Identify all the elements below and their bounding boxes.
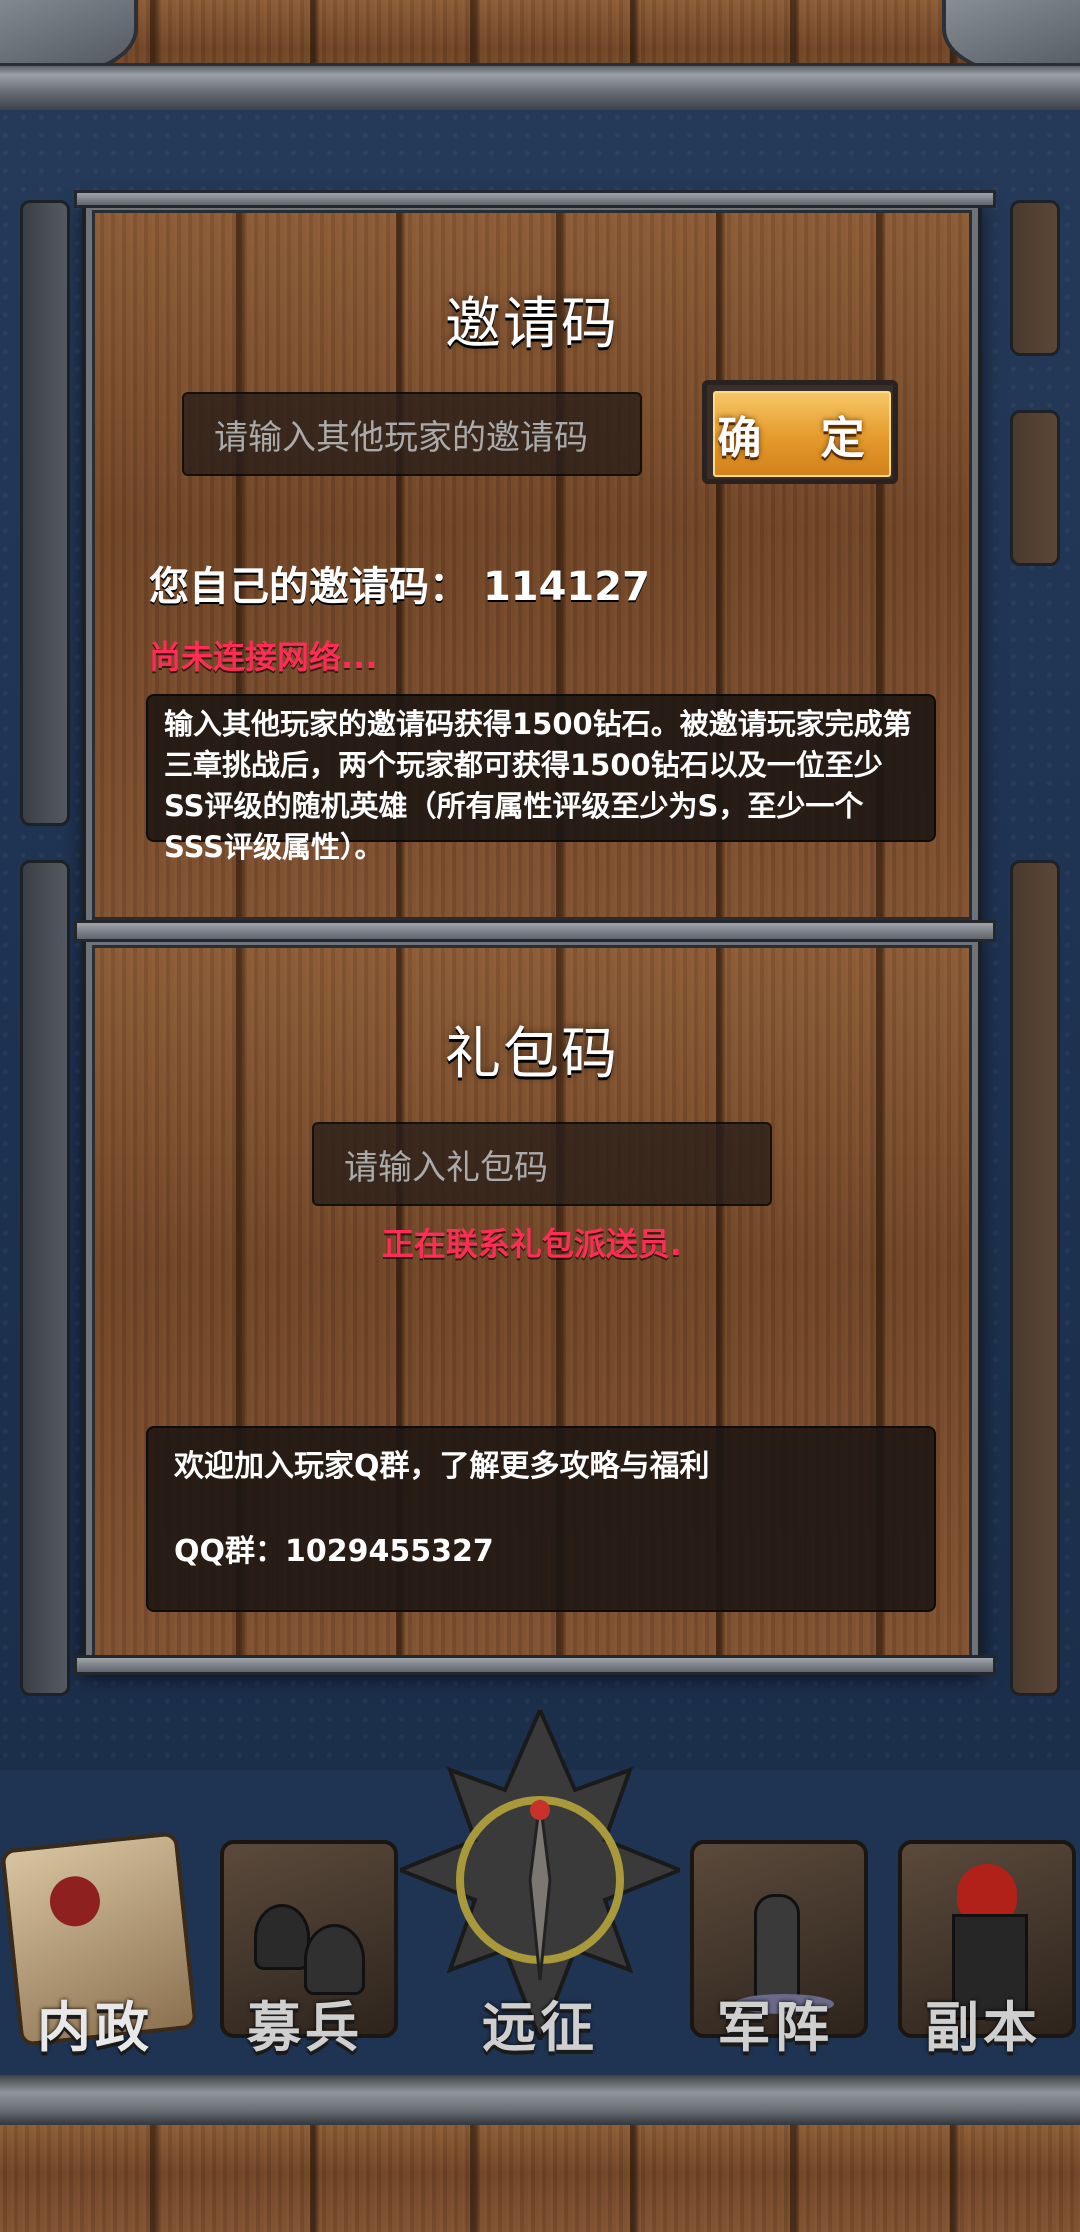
invite-title: 邀请码	[445, 292, 619, 357]
nav-domestic[interactable]: 内政	[0, 1830, 198, 2080]
invite-description: 输入其他玩家的邀请码获得1500钻石。被邀请玩家完成第三章挑战后，两个玩家都可获…	[164, 707, 912, 864]
top-bar	[0, 0, 1080, 110]
network-status: 尚未连接网络...	[149, 638, 378, 676]
gift-title: 礼包码	[445, 1022, 619, 1087]
nav-recruit[interactable]: 募兵	[210, 1830, 400, 2080]
invite-code-input[interactable]: 请输入其他玩家的邀请码	[182, 392, 642, 476]
qq-group-welcome: 欢迎加入玩家Q群，了解更多攻略与福利	[174, 1449, 710, 1484]
own-code-value: 114127	[482, 564, 650, 610]
gift-code-input[interactable]: 请输入礼包码	[312, 1122, 772, 1206]
gift-code-placeholder: 请输入礼包码	[344, 1147, 548, 1188]
wax-seal-icon	[47, 1873, 103, 1929]
side-tab-right-3	[1010, 860, 1060, 1696]
confirm-button[interactable]: 确 定	[702, 380, 898, 484]
nav-formation[interactable]: 军阵	[680, 1830, 870, 2080]
side-tab-right-1[interactable]	[1010, 200, 1060, 356]
nav-formation-label: 军阵	[717, 1996, 833, 2059]
bottom-wood-plank	[0, 2125, 1080, 2232]
nav-dungeon[interactable]: 副本	[888, 1830, 1078, 2080]
bottom-nav: 内政 募兵 远征 军阵 副本	[0, 1705, 1080, 2080]
invite-frame-top	[74, 190, 996, 208]
bottom-metal-rail	[0, 2075, 1080, 2128]
nav-expedition[interactable]: 远征	[445, 1830, 635, 2080]
nav-domestic-label: 内政	[37, 1996, 153, 2059]
nav-recruit-label: 募兵	[247, 1996, 363, 2059]
invite-description-box: 输入其他玩家的邀请码获得1500钻石。被邀请玩家完成第三章挑战后，两个玩家都可获…	[146, 694, 936, 864]
side-tab-right-2[interactable]	[1010, 410, 1060, 566]
invite-code-placeholder: 请输入其他玩家的邀请码	[214, 417, 588, 458]
nav-dungeon-label: 副本	[925, 1996, 1041, 2059]
invite-panel: 邀请码 请输入其他玩家的邀请码 您自己的邀请码： 114127 尚未连接网络..…	[82, 200, 982, 930]
top-metal-rail	[0, 63, 1080, 110]
side-tab-left-bottom	[20, 860, 70, 1696]
gift-panel: 礼包码 请输入礼包码 正在联系礼包派送员. 欢迎加入玩家Q群，了解更多攻略与福利…	[82, 935, 982, 1670]
confirm-button-label: 确 定	[713, 391, 891, 477]
own-invite-code: 您自己的邀请码： 114127	[149, 554, 650, 612]
qq-group-box: 欢迎加入玩家Q群，了解更多攻略与福利 QQ群：1029455327	[146, 1426, 936, 1612]
side-tab-left-top	[20, 200, 70, 826]
bottom-bar	[0, 2075, 1080, 2232]
nav-expedition-label: 远征	[482, 1996, 598, 2059]
qq-group-number[interactable]: QQ群：1029455327	[174, 1531, 908, 1572]
panel-divider	[74, 920, 996, 942]
own-code-label: 您自己的邀请码：	[149, 564, 469, 610]
gift-status: 正在联系礼包派送员.	[381, 1225, 683, 1263]
gift-frame-bottom	[74, 1655, 996, 1675]
